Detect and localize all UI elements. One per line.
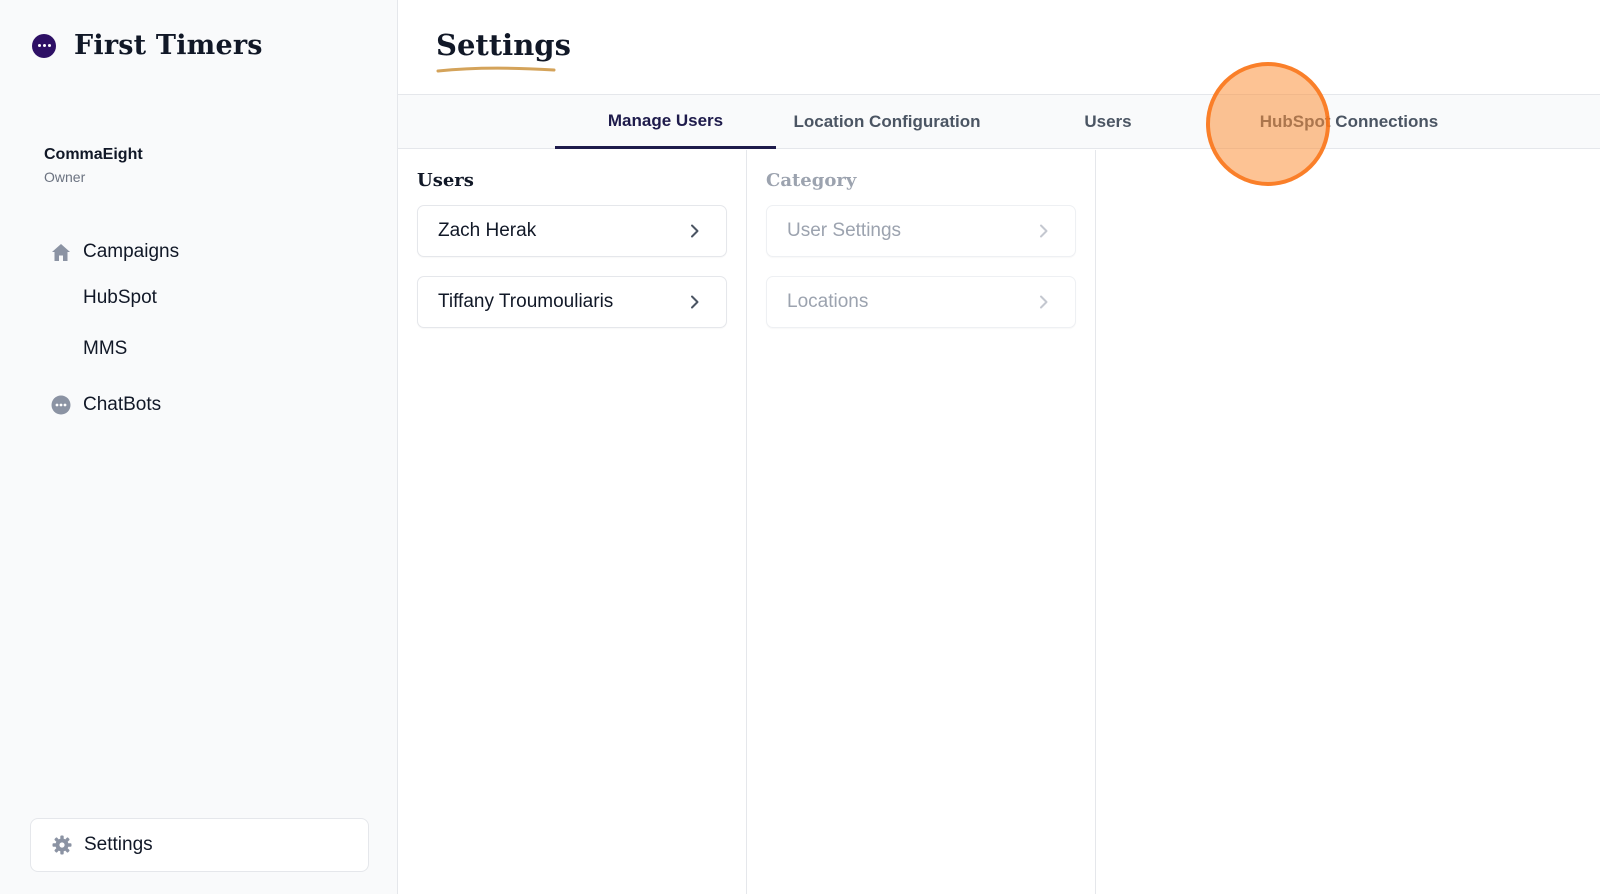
chat-bubble-dots-icon: [32, 33, 56, 58]
chat-dots-icon: [50, 394, 72, 416]
tab-location-configuration[interactable]: Location Configuration: [776, 95, 998, 149]
list-item-label: Zach Herak: [438, 220, 537, 241]
list-item-label: User Settings: [787, 220, 902, 241]
category-item-user-settings[interactable]: User Settings: [766, 205, 1076, 257]
category-item-locations[interactable]: Locations: [766, 276, 1076, 328]
chevron-right-icon: [688, 295, 702, 309]
account-role: Owner: [44, 169, 86, 185]
account-info: CommaEight Owner: [44, 146, 143, 185]
users-heading: Users: [417, 170, 474, 191]
sidebar-item-label: HubSpot: [83, 287, 157, 308]
list-item-label: Tiffany Troumouliaris: [438, 291, 614, 312]
sidebar-item-label: MMS: [83, 338, 128, 359]
settings-button-label: Settings: [84, 834, 153, 855]
user-item-zach-herak[interactable]: Zach Herak: [417, 205, 727, 257]
tab-hubspot-connections[interactable]: HubSpot Connections: [1218, 95, 1480, 149]
gear-icon: [51, 834, 73, 856]
user-item-tiffany-troumouliaris[interactable]: Tiffany Troumouliaris: [417, 276, 727, 328]
home-icon: [50, 241, 72, 263]
tab-manage-users[interactable]: Manage Users: [555, 95, 776, 149]
brand[interactable]: First Timers: [32, 30, 263, 61]
brand-name: First Timers: [74, 30, 263, 61]
page-header: Settings: [398, 0, 1600, 95]
sidebar-item-chatbots[interactable]: ChatBots: [50, 390, 350, 420]
category-heading: Category: [766, 170, 857, 191]
sidebar-nav: Campaigns HubSpot MMS ChatBots: [50, 237, 350, 420]
users-column: Users Zach Herak Tiffany Troumouliaris: [398, 150, 747, 894]
chevron-right-icon: [1037, 295, 1051, 309]
sidebar-item-campaigns[interactable]: Campaigns: [50, 237, 350, 267]
sidebar-item-mms[interactable]: MMS: [83, 334, 350, 364]
main-content: Settings Manage Users Location Configura…: [398, 0, 1600, 894]
title-underline: [436, 66, 556, 73]
page-title: Settings: [436, 28, 571, 62]
account-name: CommaEight: [44, 146, 143, 163]
sidebar-item-label: Campaigns: [83, 241, 180, 262]
sidebar-item-label: ChatBots: [83, 394, 162, 415]
category-column: Category User Settings Locations: [747, 150, 1096, 894]
tab-users[interactable]: Users: [998, 95, 1218, 149]
settings-button[interactable]: Settings: [30, 818, 369, 872]
settings-columns: Users Zach Herak Tiffany Troumouliaris C…: [398, 150, 1600, 894]
sidebar: First Timers CommaEight Owner Campaigns …: [0, 0, 398, 894]
chevron-right-icon: [1037, 224, 1051, 238]
list-item-label: Locations: [787, 291, 869, 312]
chevron-right-icon: [688, 224, 702, 238]
sidebar-item-hubspot[interactable]: HubSpot: [83, 283, 350, 313]
settings-tabs: Manage Users Location Configuration User…: [398, 95, 1600, 149]
app-root: First Timers CommaEight Owner Campaigns …: [0, 0, 1600, 894]
detail-column: [1096, 150, 1600, 894]
